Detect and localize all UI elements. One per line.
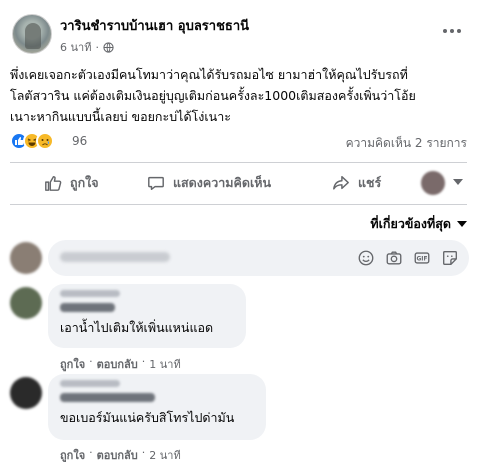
sticker-icon[interactable]: [441, 249, 459, 267]
post-text-line: โลตัสวาริน แค่ต้องเติมเงินอยู่บุญเติมก่อ…: [10, 88, 416, 103]
post-meta: 6 นาที ·: [60, 38, 114, 56]
emoji-icon[interactable]: [357, 249, 375, 267]
comment-input-placeholder: [60, 252, 170, 262]
comment-reply-button[interactable]: ตอบกลับ: [97, 355, 138, 373]
chevron-down-icon: [457, 221, 467, 227]
comment-button[interactable]: แสดงความคิดเห็น: [147, 173, 271, 193]
comment-icon: [148, 176, 164, 191]
comment-reply-button[interactable]: ตอบกลับ: [97, 446, 138, 462]
composer-tools: GIF: [357, 249, 459, 267]
post-actions: ถูกใจ แสดงความคิดเห็น แชร์: [10, 167, 467, 199]
post-text: พึ่งเคยเจอกะตัวเองมีคนโทมาว่าคุณได้รับรถ…: [10, 64, 470, 127]
like-label: ถูกใจ: [70, 175, 99, 190]
comment-like-button[interactable]: ถูกใจ: [60, 446, 85, 462]
comment-count[interactable]: ความคิดเห็น 2 รายการ: [346, 134, 467, 153]
commenter-avatar[interactable]: [10, 287, 42, 319]
comment-input[interactable]: GIF: [48, 240, 469, 276]
comment-label: แสดงความคิดเห็น: [173, 175, 272, 190]
comment-time[interactable]: 1 นาที: [149, 355, 180, 373]
comment-text: เอาน้ำไปเติมให้เพิ่นแหน่แอด: [60, 320, 214, 335]
comment-actions: ถูกใจ · ตอบกลับ · 1 นาที: [60, 355, 181, 373]
divider: [10, 162, 467, 163]
separator: ·: [89, 446, 93, 459]
share-label: แชร์: [358, 175, 382, 190]
comment-actions: ถูกใจ · ตอบกลับ · 2 นาที: [60, 446, 181, 462]
separator: ·: [89, 355, 93, 368]
separator: ·: [141, 446, 146, 459]
share-button[interactable]: แชร์: [332, 173, 381, 193]
divider: [10, 204, 467, 205]
reactions-summary: 96 ความคิดเห็น 2 รายการ: [10, 130, 467, 152]
post-text-line: เนาะหากินแบบนี้เลยบ่ ขอยกะบ่ได้โง่เนาะ: [10, 109, 231, 124]
comment-text: ขอเบอร์มันแน่ครับสิโทรไปด่ามัน: [60, 410, 235, 425]
gif-icon[interactable]: GIF: [413, 249, 431, 267]
commenter-badge: [60, 380, 120, 387]
globe-icon: [103, 41, 114, 53]
chevron-down-icon[interactable]: [453, 179, 463, 185]
viewer-avatar[interactable]: [421, 171, 445, 195]
commenter-name[interactable]: [60, 303, 115, 312]
composer-avatar: [10, 242, 42, 274]
more-options-icon[interactable]: [443, 26, 465, 36]
comment-sort-selector[interactable]: ที่เกี่ยวข้องที่สุด: [370, 214, 467, 234]
post-text-line: พึ่งเคยเจอกะตัวเองมีคนโทมาว่าคุณได้รับรถ…: [10, 67, 408, 82]
sort-label: ที่เกี่ยวข้องที่สุด: [370, 216, 451, 231]
commenter-avatar[interactable]: [10, 377, 42, 409]
commenter-badge: [60, 290, 120, 297]
comment-time[interactable]: 2 นาที: [149, 446, 180, 462]
svg-text:GIF: GIF: [417, 257, 428, 263]
page-avatar[interactable]: [12, 14, 52, 54]
share-icon: [333, 175, 349, 190]
comment-like-button[interactable]: ถูกใจ: [60, 355, 85, 373]
thumbs-up-icon: [45, 175, 62, 191]
page-name[interactable]: วารินชำราบบ้านเฮา อุบลราชธานี: [60, 15, 249, 36]
comment-bubble: ขอเบอร์มันแน่ครับสิโทรไปด่ามัน: [48, 374, 266, 440]
like-button[interactable]: ถูกใจ: [44, 173, 99, 193]
sad-reaction-icon: [36, 132, 54, 150]
comment-bubble: เอาน้ำไปเติมให้เพิ่นแหน่แอด: [48, 284, 246, 348]
camera-icon[interactable]: [385, 249, 403, 267]
commenter-name[interactable]: [60, 393, 155, 402]
reaction-icons[interactable]: [10, 132, 54, 150]
post-header: วารินชำราบบ้านเฮา อุบลราชธานี 6 นาที ·: [12, 8, 465, 58]
reaction-count[interactable]: 96: [72, 134, 87, 148]
separator: ·: [141, 355, 146, 368]
meta-separator: ·: [95, 40, 99, 54]
post-time[interactable]: 6 นาที: [60, 38, 91, 56]
